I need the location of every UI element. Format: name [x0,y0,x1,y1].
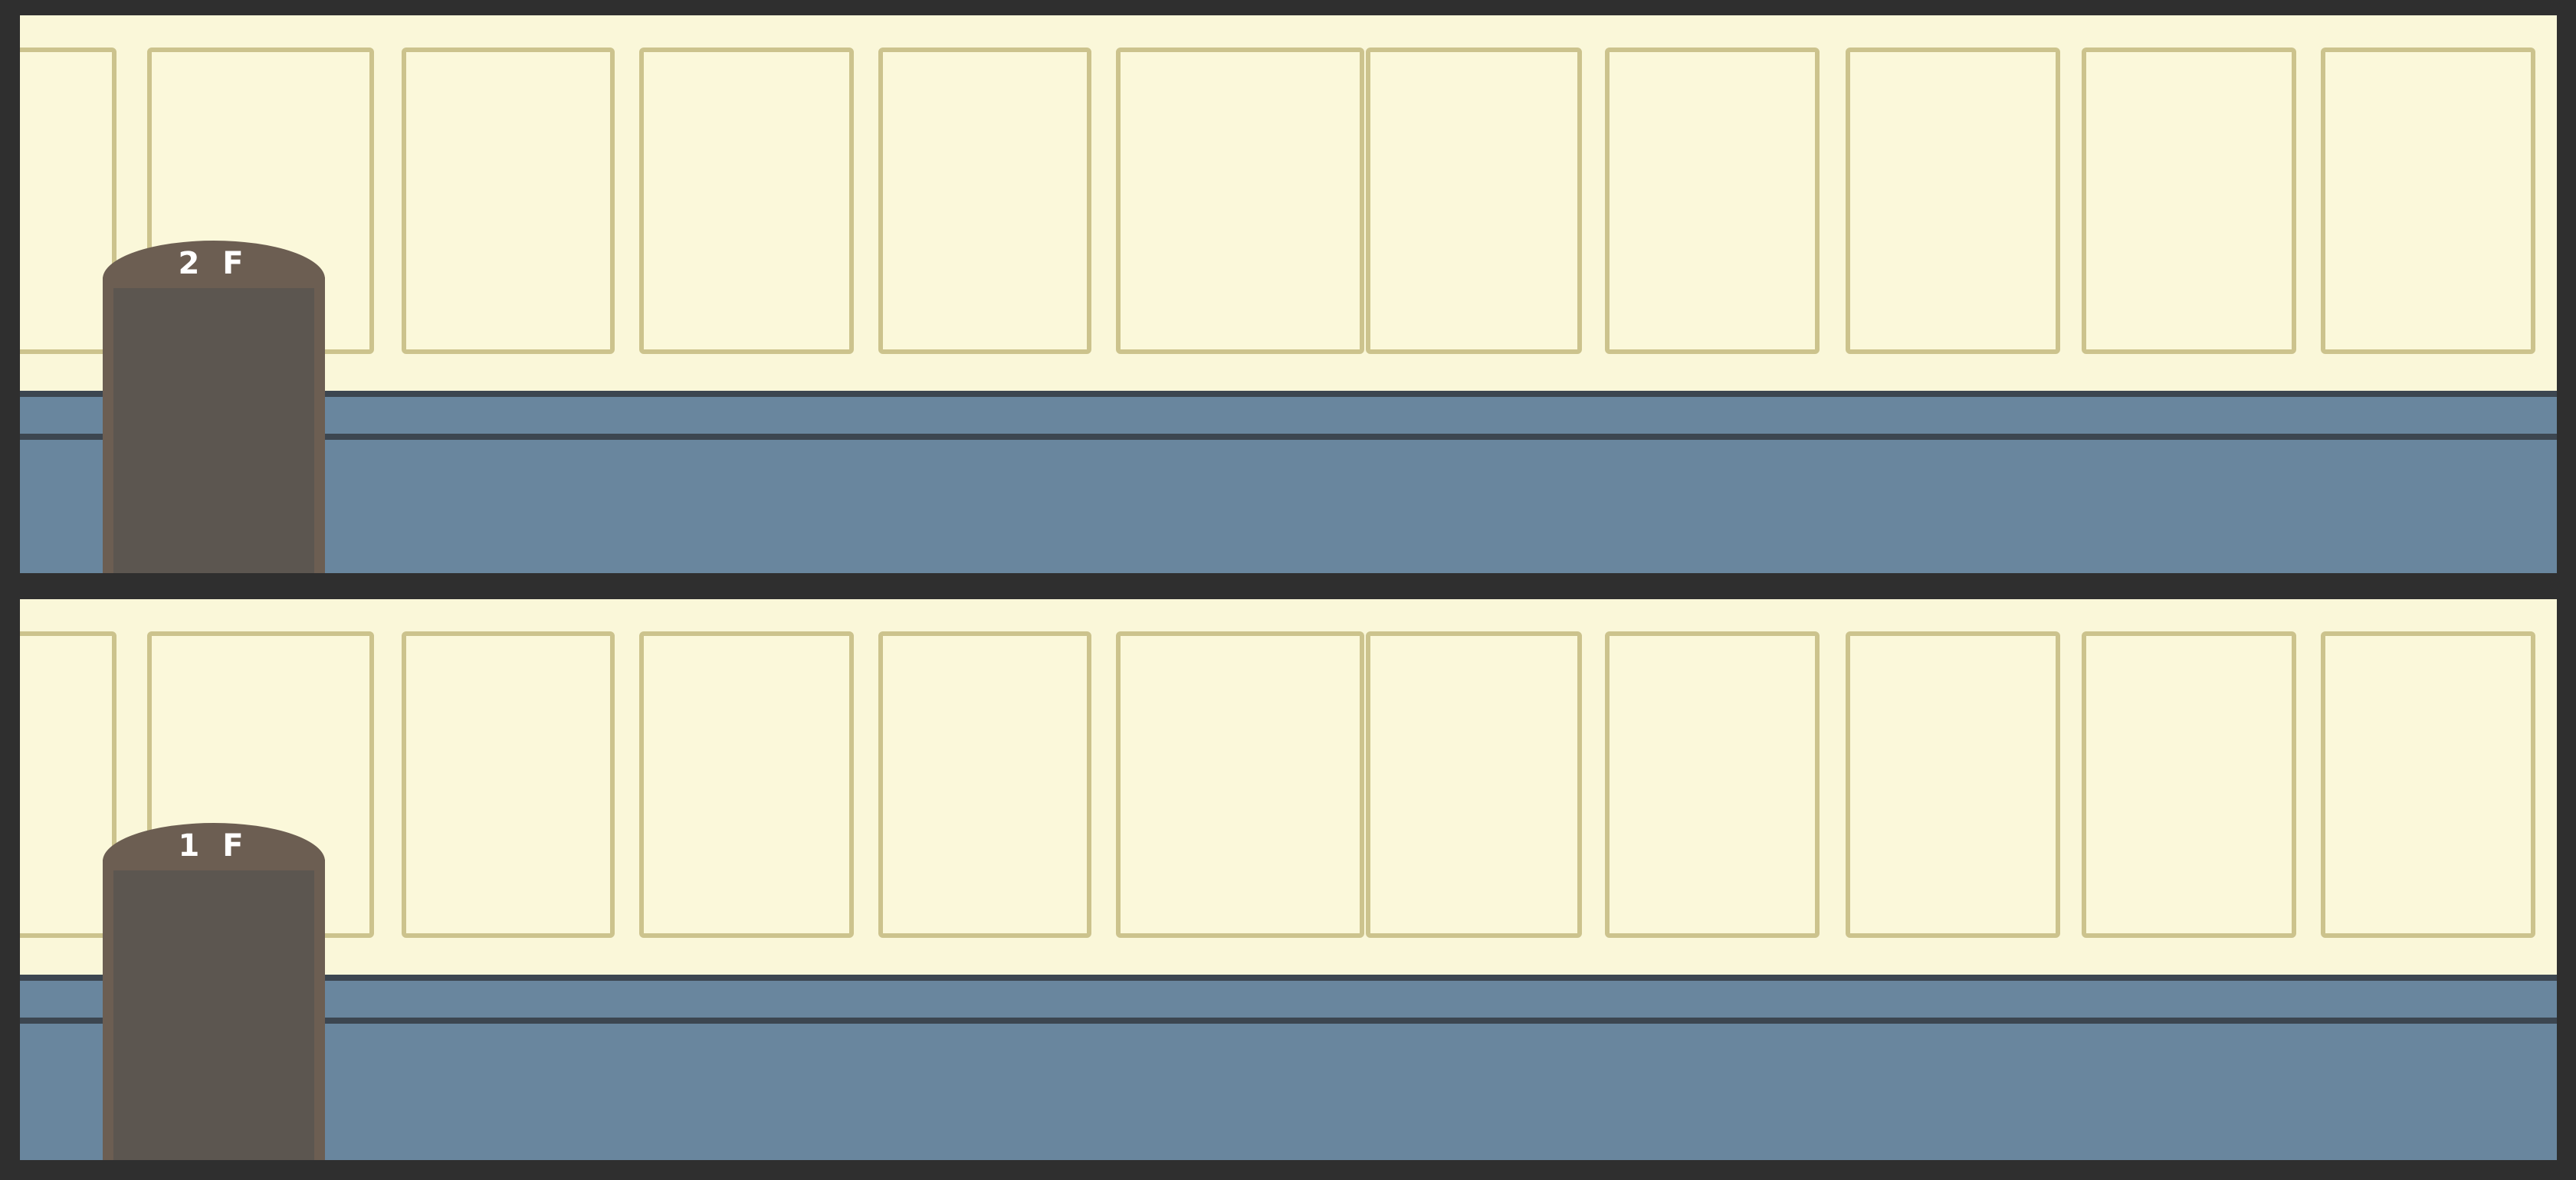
floor-2: 2 F [20,15,2557,573]
wall-panel [1116,631,1364,938]
wall-panel [878,48,1091,354]
door-body [103,860,325,1160]
wall-panel [1605,48,1820,354]
wall-2f [20,15,2557,391]
door-inner [113,870,314,1160]
wall-panel [1116,48,1364,354]
wall-panel [639,631,854,938]
wall-panel [1846,48,2060,354]
wall-panel [878,631,1091,938]
floor-1: 1 F [20,599,2557,1160]
wall-panel [1366,48,1582,354]
wainscot-2f [20,391,2557,573]
door-2f[interactable]: 2 F [103,241,325,573]
wall-panel [1605,631,1820,938]
wall-panel [402,631,615,938]
wainscot-1f [20,975,2557,1160]
floor-label: 1 F [178,828,250,864]
wall-panel [639,48,854,354]
wall-panel [2082,48,2296,354]
game-scene: 2 F 1 F [0,0,2576,1180]
wall-panel [402,48,615,354]
floor-label: 2 F [178,246,250,281]
wall-panel [2321,48,2535,354]
wall-panel [1846,631,2060,938]
door-inner [113,288,314,573]
wall-panel [2082,631,2296,938]
wall-1f [20,599,2557,975]
door-1f[interactable]: 1 F [103,823,325,1160]
chair-rail [20,434,2557,440]
wall-panel [2321,631,2535,938]
wall-panel [1366,631,1582,938]
door-body [103,277,325,573]
chair-rail [20,1018,2557,1024]
